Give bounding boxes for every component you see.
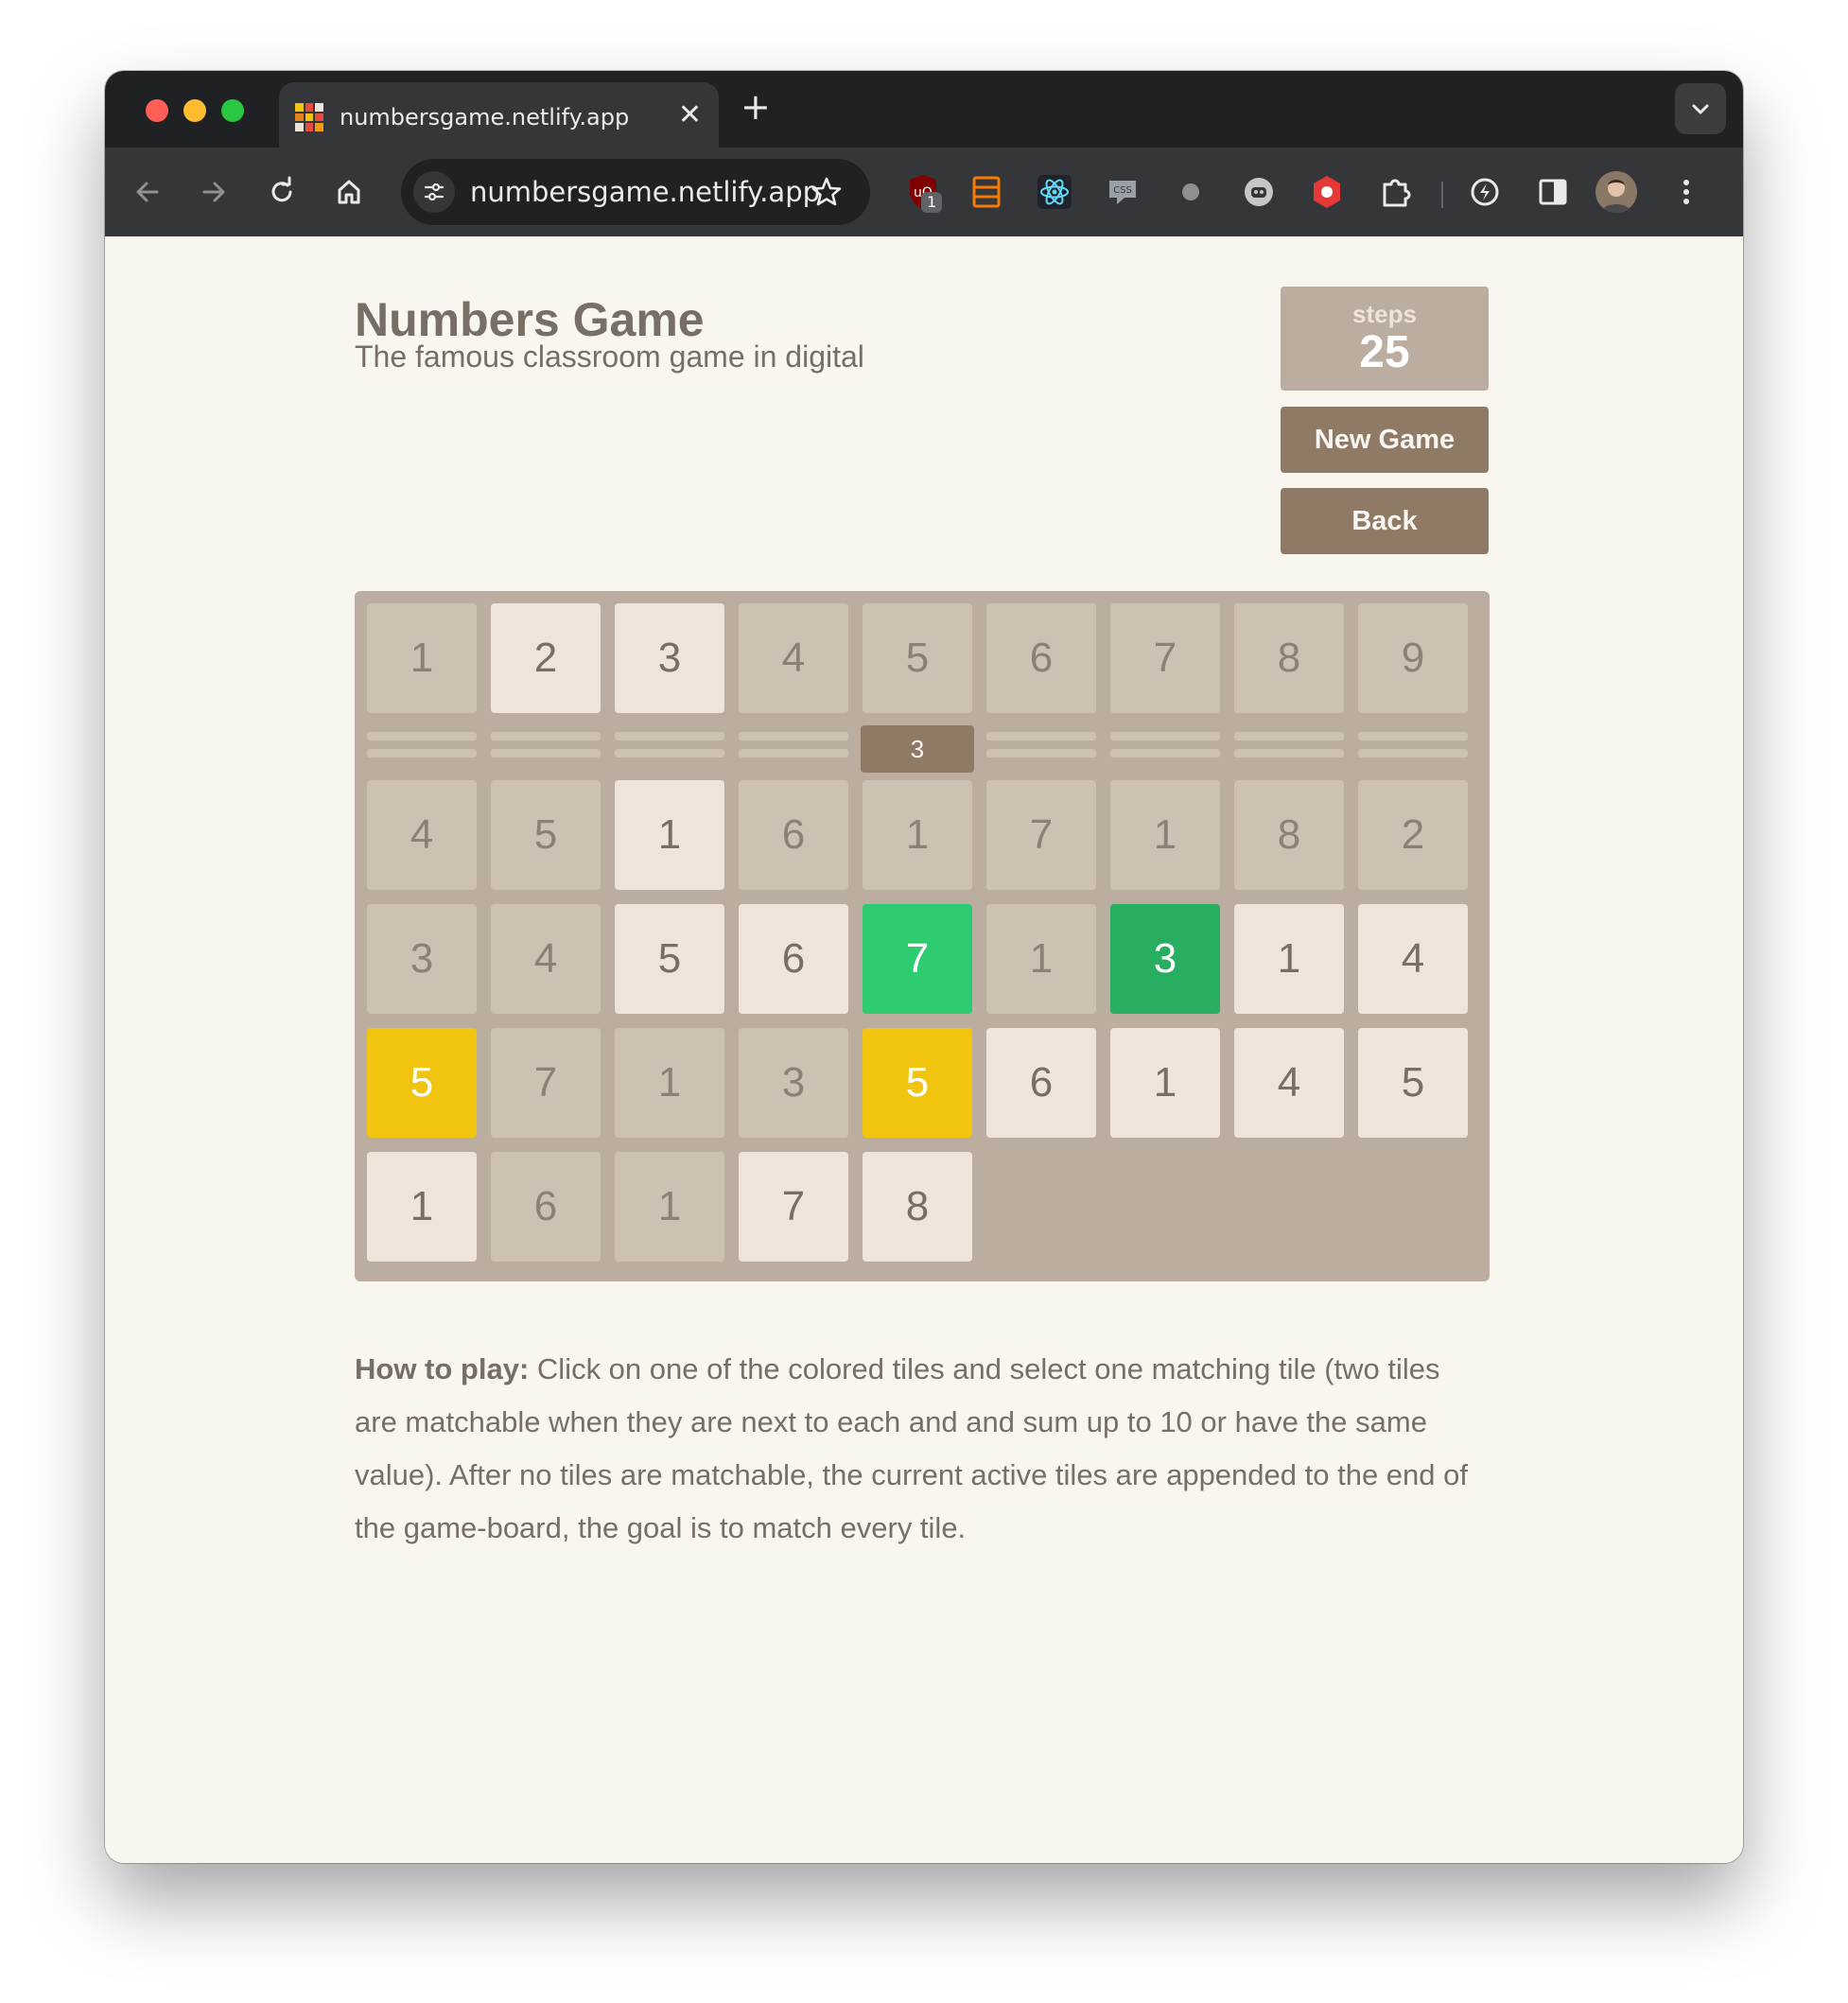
steps-label: steps [1352,300,1417,328]
ublock-extension-icon[interactable]: uO 1 [902,171,944,213]
minimize-window-button[interactable] [183,99,206,122]
tile-inactive[interactable]: 1 [367,603,477,713]
tile-inactive[interactable]: 1 [1110,780,1220,890]
collapsed-row-divider [615,732,724,760]
shield-extension-icon[interactable] [1306,171,1348,213]
tile-inactive[interactable]: 8 [1234,603,1344,713]
profile-avatar[interactable] [1595,171,1637,213]
home-icon[interactable] [330,173,368,211]
tile-active[interactable]: 5 [1358,1028,1468,1138]
page-subtitle: The famous classroom game in digital [355,340,864,374]
tile-inactive[interactable]: 6 [491,1152,601,1262]
tab-strip: numbersgame.netlify.app ✕ + [105,71,1743,148]
tile-inactive[interactable]: 7 [986,780,1096,890]
how-to-play-label: How to play: [355,1352,530,1385]
storage-extension-icon[interactable] [966,171,1007,213]
url-text: numbersgame.netlify.app [470,176,821,208]
react-devtools-icon[interactable] [1034,171,1075,213]
bot-extension-icon[interactable] [1238,171,1280,213]
puzzle-extensions-icon[interactable] [1375,171,1417,213]
tile-active[interactable]: 8 [863,1152,972,1262]
tile-inactive[interactable]: 8 [1234,780,1344,890]
maximize-window-button[interactable] [221,99,244,122]
tile-inactive[interactable]: 5 [491,780,601,890]
collapsed-row-divider [1358,732,1468,760]
tile-active[interactable]: 4 [1234,1028,1344,1138]
circle-extension-icon[interactable] [1170,171,1212,213]
tile-active[interactable]: 3 [615,603,724,713]
tile-inactive[interactable]: 7 [491,1028,601,1138]
game-board: 1234567893451617182345671314571356145161… [355,591,1490,1281]
tile-inactive[interactable]: 5 [863,603,972,713]
site-favicon-icon [295,103,323,131]
tile-inactive[interactable]: 6 [986,603,1096,713]
collapsed-row-divider [367,732,477,760]
new-tab-button[interactable]: + [741,88,771,126]
forward-arrow-icon[interactable] [195,173,233,211]
browser-toolbar: numbersgame.netlify.app uO 1 CSS [105,148,1743,236]
tile-inactive[interactable]: 4 [491,904,601,1014]
page-content: Numbers Game The famous classroom game i… [105,236,1743,1863]
more-menu-icon[interactable] [1665,171,1707,213]
tile-active[interactable]: 2 [491,603,601,713]
tile-inactive[interactable]: 3 [739,1028,848,1138]
collapsed-rows-count[interactable]: 3 [861,725,974,773]
performance-icon[interactable] [1464,171,1506,213]
tile-inactive[interactable]: 1 [863,780,972,890]
tile-darkgreen[interactable]: 3 [1110,904,1220,1014]
collapsed-row-divider [1110,732,1220,760]
reload-icon[interactable] [263,173,301,211]
tile-inactive[interactable]: 1 [615,1152,724,1262]
tile-active[interactable]: 6 [986,1028,1096,1138]
tile-yellow[interactable]: 5 [367,1028,477,1138]
tile-active[interactable]: 4 [1358,904,1468,1014]
tile-inactive[interactable]: 9 [1358,603,1468,713]
collapsed-row-divider [986,732,1096,760]
browser-window: numbersgame.netlify.app ✕ + numbersgame.… [105,71,1743,1863]
tile-active[interactable]: 1 [1110,1028,1220,1138]
tile-inactive[interactable]: 3 [367,904,477,1014]
tile-active[interactable]: 1 [367,1152,477,1262]
back-arrow-icon[interactable] [129,173,166,211]
browser-tab[interactable]: numbersgame.netlify.app ✕ [279,82,719,148]
address-bar[interactable]: numbersgame.netlify.app [401,159,870,225]
tile-yellow[interactable]: 5 [863,1028,972,1138]
site-settings-icon[interactable] [413,171,455,213]
collapsed-row-divider [491,732,601,760]
svg-text:CSS: CSS [1113,185,1132,196]
close-window-button[interactable] [146,99,168,122]
tile-active[interactable]: 1 [615,780,724,890]
chevron-down-icon [1692,104,1709,114]
tile-inactive[interactable]: 1 [986,904,1096,1014]
tile-inactive[interactable]: 2 [1358,780,1468,890]
tab-title: numbersgame.netlify.app [340,104,630,131]
steps-value: 25 [1359,327,1410,377]
tab-search-button[interactable] [1675,83,1726,134]
side-panel-icon[interactable] [1532,171,1574,213]
steps-counter: steps 25 [1281,287,1489,391]
extension-badge: 1 [921,192,943,213]
tile-inactive[interactable]: 4 [739,603,848,713]
tile-green[interactable]: 7 [863,904,972,1014]
tile-inactive[interactable]: 4 [367,780,477,890]
tile-active[interactable]: 5 [615,904,724,1014]
css-extension-icon[interactable]: CSS [1102,171,1143,213]
collapsed-row-divider [1234,732,1344,760]
tile-active[interactable]: 1 [1234,904,1344,1014]
bookmark-star-icon[interactable] [810,175,844,209]
toolbar-separator [1441,182,1443,208]
tile-active[interactable]: 6 [739,904,848,1014]
tab-close-icon[interactable]: ✕ [678,99,702,131]
tile-inactive[interactable]: 6 [739,780,848,890]
tile-active[interactable]: 7 [739,1152,848,1262]
collapsed-row-divider [739,732,848,760]
tile-inactive[interactable]: 1 [615,1028,724,1138]
tile-inactive[interactable]: 7 [1110,603,1220,713]
back-button[interactable]: Back [1281,488,1489,554]
new-game-button[interactable]: New Game [1281,407,1489,473]
how-to-play: How to play: Click on one of the colored… [355,1343,1490,1555]
